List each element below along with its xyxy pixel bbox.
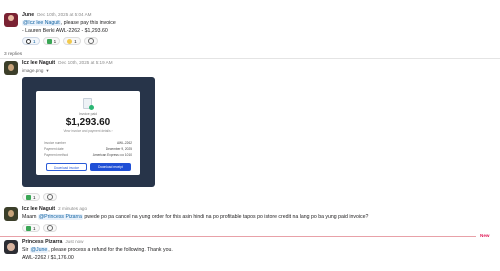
add-reaction-button[interactable]: [42, 224, 57, 232]
timestamp[interactable]: 2 minutes ago: [58, 206, 87, 211]
invoice-card: Invoice paid $1,293.60 View invoice and …: [36, 91, 140, 175]
invoice-row: Invoice number AWL-2262: [44, 141, 132, 145]
add-reaction-button[interactable]: [42, 193, 57, 201]
user-mention[interactable]: @June: [29, 247, 49, 253]
timestamp[interactable]: Dec 10th, 2025 at 5:04 AM: [37, 12, 91, 17]
reaction-eyes[interactable]: 1: [22, 37, 40, 45]
timestamp[interactable]: Just now: [65, 239, 83, 244]
message-header: Icz lee Naguit 2 minutes ago: [22, 206, 87, 212]
coin-icon: [67, 38, 73, 44]
avatar[interactable]: [4, 13, 18, 27]
message-text-line2: - Lauren Berki AWL-2262 - $1,293.60: [22, 28, 108, 34]
invoice-row: Payment date December 9, 2025: [44, 147, 132, 151]
eyes-icon: [26, 38, 31, 44]
replies-count[interactable]: 3 replies: [4, 52, 22, 57]
new-label: New: [480, 233, 490, 238]
reaction-check[interactable]: 1: [42, 37, 61, 45]
message-header: June Dec 10th, 2025 at 5:04 AM: [22, 12, 92, 18]
add-reaction-icon: [46, 194, 53, 200]
message-text-line2: AWL-2262 / $1,176.00: [22, 255, 74, 261]
author-name[interactable]: Icz lee Naguit: [22, 206, 55, 212]
reaction-check[interactable]: 1: [22, 224, 40, 232]
reaction-coin[interactable]: 1: [63, 37, 81, 45]
avatar[interactable]: [4, 61, 18, 75]
image-attachment[interactable]: Invoice paid $1,293.60 View invoice and …: [22, 77, 155, 187]
check-icon: [26, 225, 31, 231]
divider: [0, 58, 500, 59]
timestamp[interactable]: Dec 10th, 2025 at 5:19 AM: [58, 60, 112, 65]
reactions: 1 1 1: [22, 37, 98, 45]
message-text: Sir @June, please process a refund for t…: [22, 247, 173, 253]
check-circle-icon: [89, 105, 94, 110]
download-invoice-button: Download invoice: [46, 163, 87, 171]
message-header: Icz lee Naguit Dec 10th, 2025 at 5:19 AM: [22, 60, 113, 66]
add-reaction-icon: [87, 38, 94, 44]
view-details-link: View invoice and payment details ›: [63, 129, 113, 133]
invoice-paid-label: Invoice paid: [78, 112, 98, 116]
check-icon: [26, 194, 31, 200]
author-name[interactable]: Princess Pizarra: [22, 239, 62, 245]
download-receipt-button: Download receipt: [90, 163, 131, 171]
message-header: Princess Pizarra Just now: [22, 239, 84, 245]
invoice-amount: $1,293.60: [65, 117, 111, 128]
avatar[interactable]: [4, 240, 18, 254]
reactions: 1: [22, 224, 57, 232]
invoice-row: Payment method American Express •••• 1010: [44, 153, 132, 157]
reactions: 1: [22, 193, 57, 201]
new-messages-divider: [0, 236, 476, 237]
add-reaction-button[interactable]: [83, 37, 98, 45]
avatar[interactable]: [4, 207, 18, 221]
reaction-check[interactable]: 1: [22, 193, 40, 201]
author-name[interactable]: Icz lee Naguit: [22, 60, 55, 66]
message-text: @Icz lee Naguit, please pay this invoice: [22, 20, 116, 26]
check-icon: [46, 38, 52, 44]
file-name[interactable]: image.png ▼: [22, 68, 49, 73]
user-mention[interactable]: @Princess Pizarra: [37, 214, 83, 220]
author-name[interactable]: June: [22, 12, 34, 18]
message-text: Maam @Princess Pizarra pwede po pa cance…: [22, 214, 369, 220]
add-reaction-icon: [46, 225, 53, 231]
user-mention[interactable]: @Icz lee Naguit: [22, 20, 61, 26]
caret-down-icon[interactable]: ▼: [45, 68, 49, 73]
